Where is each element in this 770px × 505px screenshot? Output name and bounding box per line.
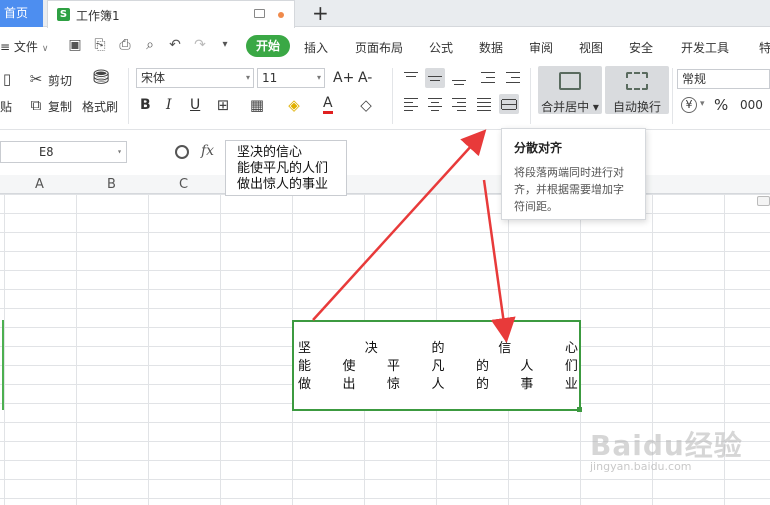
arrow-to-cell — [482, 179, 516, 343]
arrow-to-button — [312, 129, 487, 321]
annotation-arrows — [312, 129, 516, 343]
